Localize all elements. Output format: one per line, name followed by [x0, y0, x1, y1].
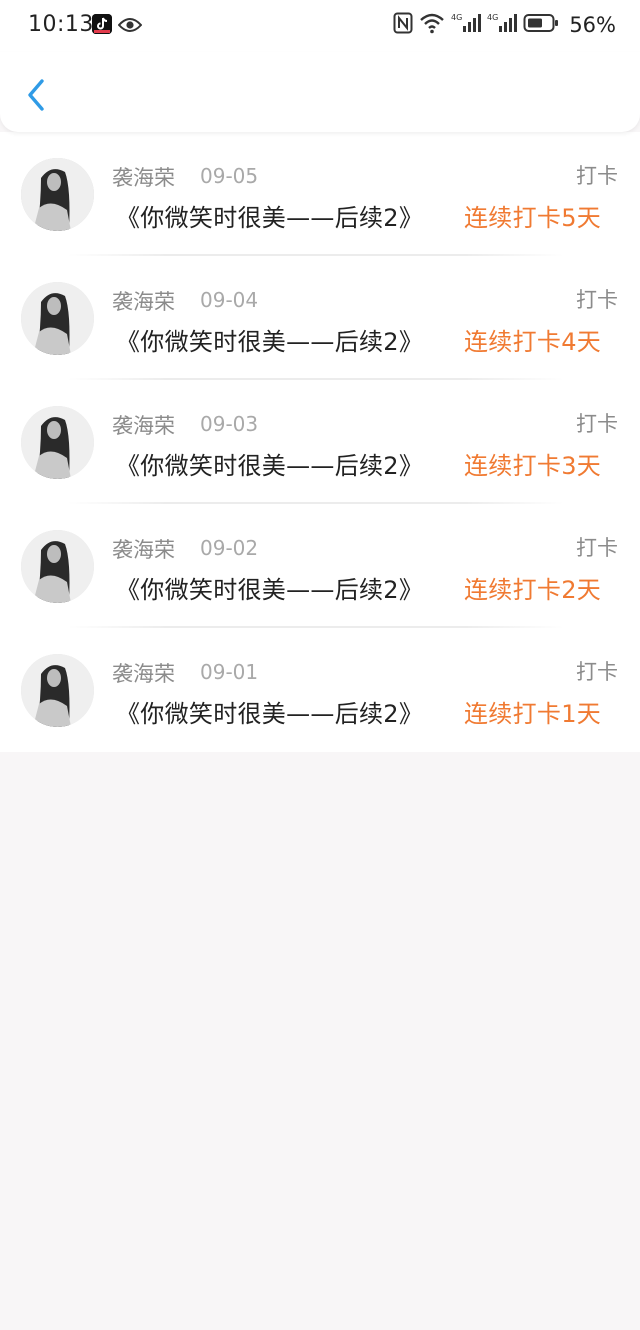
entry-title: 《你微笑时很美——后续2》 — [116, 204, 424, 232]
list-item[interactable]: 袭海荣 09-02 打卡 《你微笑时很美——后续2》 连续打卡2天 — [0, 504, 640, 628]
wifi-icon — [419, 12, 445, 38]
signal-icon: 4G — [487, 12, 518, 38]
checkin-badge: 打卡 — [576, 660, 618, 684]
entry-title: 《你微笑时很美——后续2》 — [116, 700, 424, 728]
entry-line: 《你微笑时很美——后续2》 连续打卡1天 — [116, 694, 601, 729]
streak-label: 连续打卡1天 — [464, 700, 602, 728]
svg-text:4G: 4G — [487, 13, 498, 22]
back-button[interactable] — [14, 70, 58, 120]
eye-icon — [117, 15, 143, 39]
battery-percent: 56% — [569, 13, 616, 37]
tiktok-icon — [92, 14, 112, 34]
chevron-left-icon — [28, 79, 44, 111]
entry-title: 《你微笑时很美——后续2》 — [116, 328, 424, 356]
entry-line: 《你微笑时很美——后续2》 连续打卡2天 — [116, 570, 601, 605]
avatar — [21, 654, 94, 727]
checkin-date: 09-02 — [200, 536, 259, 560]
streak-label: 连续打卡4天 — [464, 328, 602, 356]
checkin-date: 09-05 — [200, 164, 259, 188]
battery-icon — [523, 13, 559, 37]
checkin-badge: 打卡 — [576, 164, 618, 188]
list-item[interactable]: 袭海荣 09-03 打卡 《你微笑时很美——后续2》 连续打卡3天 — [0, 380, 640, 504]
list-item[interactable]: 袭海荣 09-04 打卡 《你微笑时很美——后续2》 连续打卡4天 — [0, 256, 640, 380]
signal-icon: 4G — [451, 12, 482, 38]
author-name: 袭海荣 — [112, 414, 175, 438]
avatar — [21, 282, 94, 355]
avatar — [21, 530, 94, 603]
author-name: 袭海荣 — [112, 538, 175, 562]
nfc-icon — [393, 12, 413, 38]
avatar — [21, 158, 94, 231]
streak-label: 连续打卡3天 — [464, 452, 602, 480]
list-item[interactable]: 袭海荣 09-05 打卡 《你微笑时很美——后续2》 连续打卡5天 — [0, 132, 640, 256]
author-name: 袭海荣 — [112, 290, 175, 314]
entry-line: 《你微笑时很美——后续2》 连续打卡5天 — [116, 198, 601, 233]
streak-label: 连续打卡5天 — [464, 204, 602, 232]
status-time: 10:13 — [28, 12, 94, 37]
checkin-date: 09-04 — [200, 288, 259, 312]
list-item[interactable]: 袭海荣 09-01 打卡 《你微笑时很美——后续2》 连续打卡1天 — [0, 628, 640, 752]
status-bar: 10:13 4G 4G 56% — [0, 0, 640, 52]
checkin-badge: 打卡 — [576, 288, 618, 312]
status-right-cluster: 4G 4G 56% — [393, 10, 616, 40]
entry-line: 《你微笑时很美——后续2》 连续打卡3天 — [116, 446, 601, 481]
entry-title: 《你微笑时很美——后续2》 — [116, 576, 424, 604]
checkin-date: 09-03 — [200, 412, 259, 436]
top-nav-bar — [0, 52, 640, 132]
streak-label: 连续打卡2天 — [464, 576, 602, 604]
entry-line: 《你微笑时很美——后续2》 连续打卡4天 — [116, 322, 601, 357]
checkin-list: 袭海荣 09-05 打卡 《你微笑时很美——后续2》 连续打卡5天 袭海荣 09… — [0, 132, 640, 752]
checkin-badge: 打卡 — [576, 536, 618, 560]
author-name: 袭海荣 — [112, 662, 175, 686]
checkin-badge: 打卡 — [576, 412, 618, 436]
author-name: 袭海荣 — [112, 166, 175, 190]
svg-text:4G: 4G — [451, 13, 462, 22]
entry-title: 《你微笑时很美——后续2》 — [116, 452, 424, 480]
avatar — [21, 406, 94, 479]
checkin-date: 09-01 — [200, 660, 259, 684]
